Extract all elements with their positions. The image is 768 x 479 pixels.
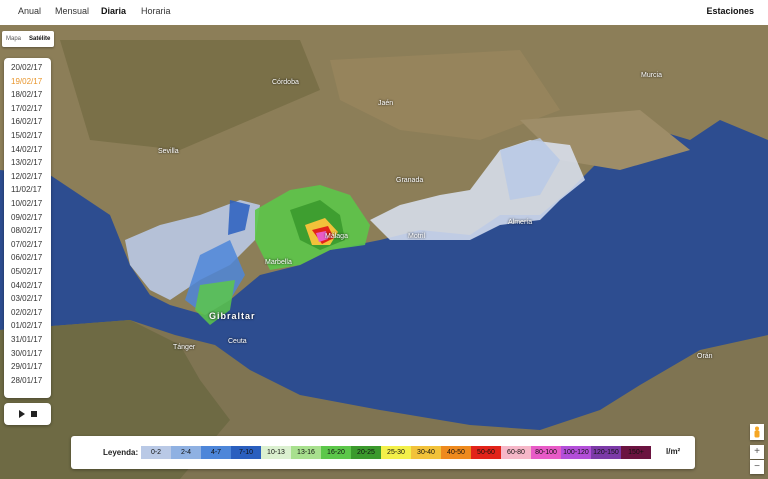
legend-chip: 120-150: [591, 446, 621, 459]
legend: Leyenda: l/m² 0-2 2-4 4-7 7-10 10-13 13-16 16-…: [71, 436, 695, 469]
legend-chip: 30-40: [411, 446, 441, 459]
satellite-map[interactable]: Sevilla Granada Murcia Jaén Córdoba Mála…: [0, 25, 768, 479]
legend-chip: 40-50: [441, 446, 471, 459]
street-view-pegman-icon[interactable]: [750, 424, 764, 440]
playback-controls: [4, 403, 51, 425]
date-item[interactable]: 04/02/17: [11, 281, 42, 290]
legend-chip: 100-120: [561, 446, 591, 459]
date-item[interactable]: 31/01/17: [11, 335, 42, 344]
date-item[interactable]: 11/02/17: [11, 185, 42, 194]
legend-chip: 50-60: [471, 446, 501, 459]
map-label-malaga: Málaga: [325, 233, 348, 240]
map-type-map-button[interactable]: Mapa: [2, 36, 25, 42]
date-item[interactable]: 17/02/17: [11, 104, 42, 113]
date-item[interactable]: 16/02/17: [11, 117, 42, 126]
zoom-in-button[interactable]: +: [750, 445, 764, 459]
date-item[interactable]: 14/02/17: [11, 145, 42, 154]
play-icon[interactable]: [19, 410, 25, 418]
legend-chip: 60-80: [501, 446, 531, 459]
tab-anual[interactable]: Anual: [18, 6, 41, 16]
date-item[interactable]: 19/02/17: [11, 77, 42, 86]
map-label-marbella: Marbella: [265, 259, 292, 266]
map-imagery: [0, 25, 768, 479]
legend-chip: 13-16: [291, 446, 321, 459]
date-item[interactable]: 28/01/17: [11, 376, 42, 385]
stop-icon[interactable]: [31, 411, 37, 417]
legend-chip: 25-30: [381, 446, 411, 459]
legend-chip: 0-2: [141, 446, 171, 459]
tab-horaria[interactable]: Horaria: [141, 6, 171, 16]
legend-unit: l/m²: [666, 447, 681, 456]
legend-chip: 10-13: [261, 446, 291, 459]
date-item[interactable]: 13/02/17: [11, 158, 42, 167]
date-item[interactable]: 05/02/17: [11, 267, 42, 276]
map-label-tanger: Tánger: [173, 344, 196, 351]
legend-chip: 4-7: [201, 446, 231, 459]
zoom-out-button[interactable]: −: [750, 460, 764, 474]
date-item[interactable]: 12/02/17: [11, 172, 42, 181]
date-list: 20/02/17 19/02/17 18/02/17 17/02/17 16/02/17…: [4, 58, 51, 398]
stations-link[interactable]: Estaciones: [706, 6, 754, 16]
date-item[interactable]: 30/01/17: [11, 349, 42, 358]
date-item[interactable]: 15/02/17: [11, 131, 42, 140]
date-item[interactable]: 18/02/17: [11, 90, 42, 99]
top-navigation: Anual Mensual Diaria Horaria Estaciones: [0, 0, 768, 25]
date-item[interactable]: 09/02/17: [11, 213, 42, 222]
map-label-cordoba: Córdoba: [272, 79, 299, 86]
legend-chip: 2-4: [171, 446, 201, 459]
map-label-almeria: Almería: [508, 219, 533, 226]
date-item[interactable]: 06/02/17: [11, 253, 42, 262]
tab-mensual[interactable]: Mensual: [55, 6, 89, 16]
tab-diaria[interactable]: Diaria: [101, 6, 126, 16]
date-item[interactable]: 03/02/17: [11, 294, 42, 303]
map-type-control: Mapa Satélite: [2, 31, 55, 47]
map-label-motril: Motril: [408, 233, 426, 240]
date-item[interactable]: 01/02/17: [11, 321, 42, 330]
legend-chip: 7-10: [231, 446, 261, 459]
map-label-jaen: Jaén: [378, 100, 394, 107]
map-label-murcia: Murcia: [641, 72, 663, 79]
legend-chip: 150+: [621, 446, 651, 459]
date-item[interactable]: 02/02/17: [11, 308, 42, 317]
map-label-ceuta: Ceuta: [228, 338, 247, 345]
map-label-gibraltar: Gibraltar: [209, 311, 256, 321]
legend-chip: 80-100: [531, 446, 561, 459]
map-label-granada: Granada: [396, 177, 424, 184]
map-label-oran: Orán: [697, 353, 713, 360]
legend-chip: 16-20: [321, 446, 351, 459]
map-type-satellite-button[interactable]: Satélite: [25, 36, 54, 42]
date-item[interactable]: 10/02/17: [11, 199, 42, 208]
legend-chip: 20-25: [351, 446, 381, 459]
date-item[interactable]: 20/02/17: [11, 63, 42, 72]
date-item[interactable]: 29/01/17: [11, 362, 42, 371]
date-item[interactable]: 07/02/17: [11, 240, 42, 249]
legend-title: Leyenda:: [103, 448, 139, 457]
date-item[interactable]: 08/02/17: [11, 226, 42, 235]
map-label-sevilla: Sevilla: [158, 148, 179, 155]
